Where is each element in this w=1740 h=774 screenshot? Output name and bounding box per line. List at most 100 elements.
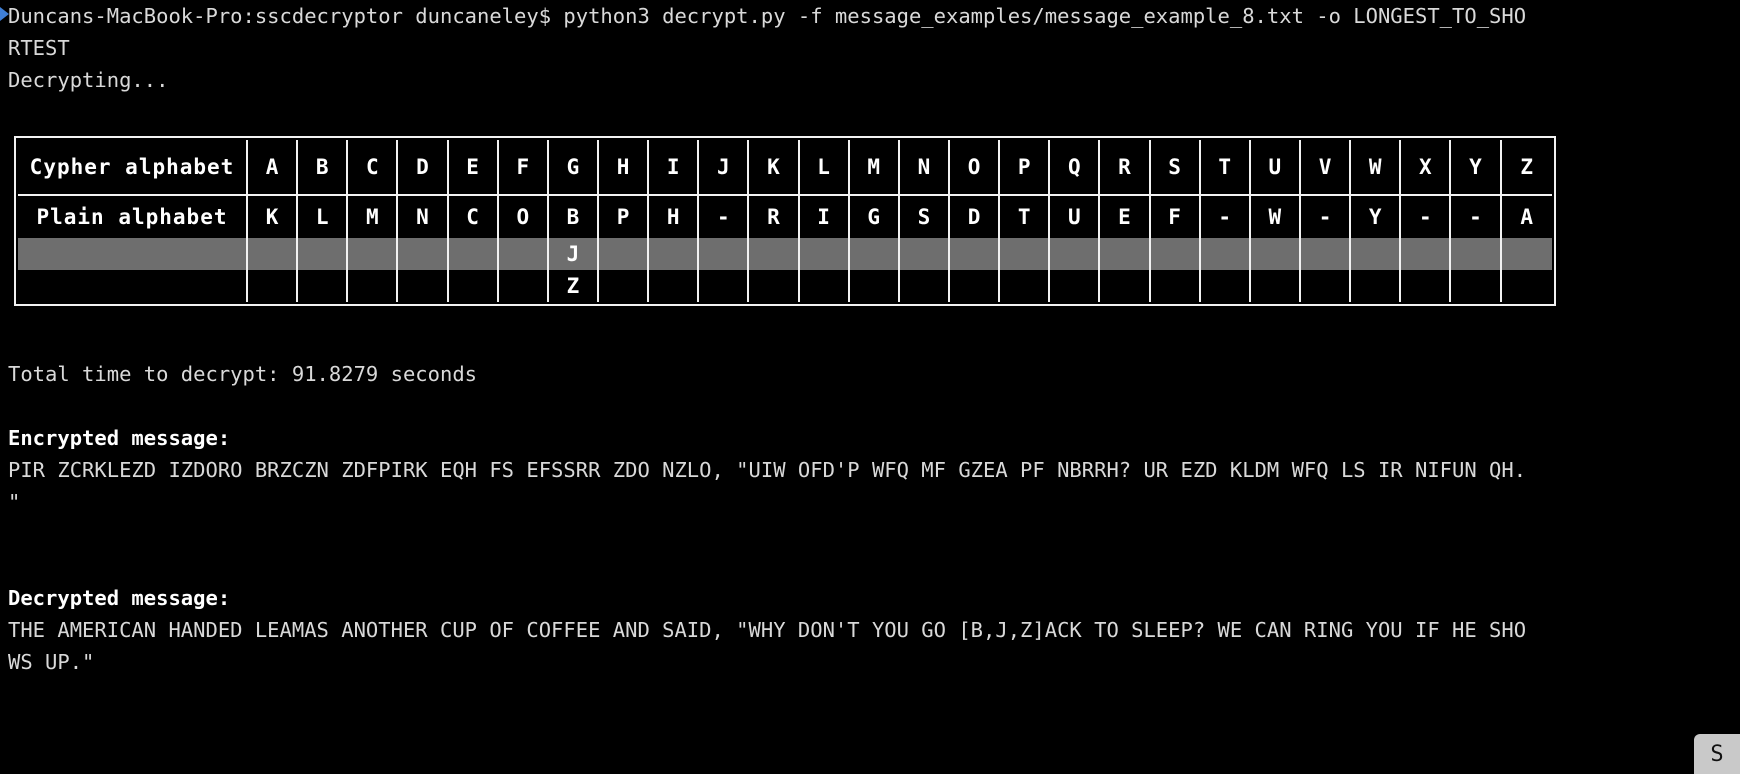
plain-cell-alt — [1250, 238, 1301, 270]
plain-cell-alt — [1000, 238, 1051, 270]
plain-cell-alt — [448, 238, 499, 270]
plain-cell-alt — [498, 238, 549, 270]
plain-cell: - — [1401, 196, 1452, 238]
cypher-cell: B — [298, 140, 349, 194]
cypher-cell: J — [699, 140, 750, 194]
plain-cell-alt2 — [348, 270, 399, 302]
plain-cell-alt2 — [1501, 270, 1552, 302]
plain-cell-alt — [949, 238, 1001, 270]
plain-cell: C — [448, 196, 499, 238]
cypher-cell: Y — [1451, 140, 1502, 194]
plain-cell: I — [799, 196, 850, 238]
cypher-cell: I — [649, 140, 700, 194]
cypher-cell: A — [248, 140, 299, 194]
decrypted-message-line-1: THE AMERICAN HANDED LEAMAS ANOTHER CUP O… — [8, 618, 1527, 642]
cypher-cell: Z — [1501, 140, 1552, 194]
plain-cell-alt2 — [749, 270, 800, 302]
plain-cell-alt2 — [1150, 270, 1201, 302]
plain-cell-alt2 — [298, 270, 349, 302]
encrypted-message-line-1: PIR ZCRKLEZD IZDORO BRZCZN ZDFPIRK EQH F… — [8, 458, 1527, 482]
plain-cell: - — [1451, 196, 1502, 238]
plain-cell: W — [1250, 196, 1301, 238]
plain-cell-alt2 — [949, 270, 1001, 302]
plain-cell: K — [248, 196, 299, 238]
plain-cell-alt2 — [398, 270, 449, 302]
plain-cell-alt2 — [799, 270, 850, 302]
plain-alphabet-row-alt-1: J — [18, 238, 1552, 270]
plain-cell: B — [548, 196, 599, 238]
plain-cell: G — [849, 196, 900, 238]
cypher-cell: R — [1100, 140, 1151, 194]
plain-cell-alt2 — [1200, 270, 1251, 302]
plain-cell-alt2 — [498, 270, 549, 302]
plain-cell-alt2: Z — [548, 270, 599, 302]
plain-cell-alt2 — [448, 270, 499, 302]
plain-cell-alt — [899, 238, 950, 270]
plain-cell: U — [1050, 196, 1101, 238]
plain-cell-alt: J — [548, 238, 599, 270]
cypher-cell: W — [1351, 140, 1402, 194]
cypher-cell: K — [749, 140, 800, 194]
status-line-decrypting: Decrypting... — [8, 68, 169, 92]
plain-cell-alt — [598, 238, 650, 270]
plain-cell-alt2 — [649, 270, 700, 302]
plain-cell-alt2 — [248, 270, 299, 302]
plain-cell-alt — [1501, 238, 1552, 270]
plain-cell: - — [699, 196, 750, 238]
plain-cell: R — [749, 196, 800, 238]
cypher-cell: X — [1401, 140, 1452, 194]
cypher-cell: V — [1300, 140, 1352, 194]
plain-cell-alt — [1451, 238, 1502, 270]
plain-cell: H — [649, 196, 700, 238]
cypher-cell: Q — [1050, 140, 1101, 194]
alphabet-mapping-table: Cypher alphabet A B C D E F G H I J K L … — [18, 140, 1552, 302]
plain-cell-alt2 — [849, 270, 900, 302]
plain-cell-alt — [799, 238, 850, 270]
cypher-cell: T — [1200, 140, 1251, 194]
cypher-cell: H — [598, 140, 650, 194]
plain-cell-alt2 — [1250, 270, 1301, 302]
plain-cell-alt2 — [1300, 270, 1352, 302]
total-time-line: Total time to decrypt: 91.8279 seconds — [8, 362, 477, 386]
cypher-cell: N — [899, 140, 950, 194]
plain-cell-alt — [1050, 238, 1101, 270]
plain-cell-alt — [248, 238, 299, 270]
selection-highlight — [18, 238, 248, 270]
plain-cell-alt2 — [598, 270, 650, 302]
plain-cell: - — [1300, 196, 1352, 238]
plain-cell-alt2 — [699, 270, 750, 302]
plain-cell-alt2 — [1451, 270, 1502, 302]
cypher-cell: M — [849, 140, 900, 194]
plain-cell: L — [298, 196, 349, 238]
plain-cell-alt2 — [899, 270, 950, 302]
cypher-cell: P — [1000, 140, 1051, 194]
plain-cell: M — [348, 196, 399, 238]
encrypted-message-line-2: " — [8, 490, 21, 514]
plain-cell-alt2 — [1401, 270, 1452, 302]
empty-label-cell — [18, 270, 248, 302]
cypher-alphabet-row: Cypher alphabet A B C D E F G H I J K L … — [18, 140, 1552, 194]
plain-cell-alt — [1150, 238, 1201, 270]
plain-cell-alt — [749, 238, 800, 270]
cypher-cell: G — [548, 140, 599, 194]
plain-cell: - — [1200, 196, 1251, 238]
plain-cell-alt — [849, 238, 900, 270]
plain-cell-alt2 — [1351, 270, 1402, 302]
plain-cell: T — [1000, 196, 1051, 238]
plain-cell-alt — [1351, 238, 1402, 270]
spacer-2b — [0, 338, 1740, 358]
cypher-cell: U — [1250, 140, 1301, 194]
bottom-right-badge[interactable]: S — [1694, 734, 1740, 774]
plain-cell-alt — [1401, 238, 1452, 270]
plain-cell: O — [498, 196, 549, 238]
plain-cell-alt2 — [1100, 270, 1151, 302]
plain-cell-alt — [348, 238, 399, 270]
plain-cell: A — [1501, 196, 1552, 238]
decrypted-message-line-2: WS UP." — [8, 650, 95, 674]
plain-cell: N — [398, 196, 449, 238]
alphabet-table: Cypher alphabet A B C D E F G H I J K L … — [14, 136, 1556, 306]
